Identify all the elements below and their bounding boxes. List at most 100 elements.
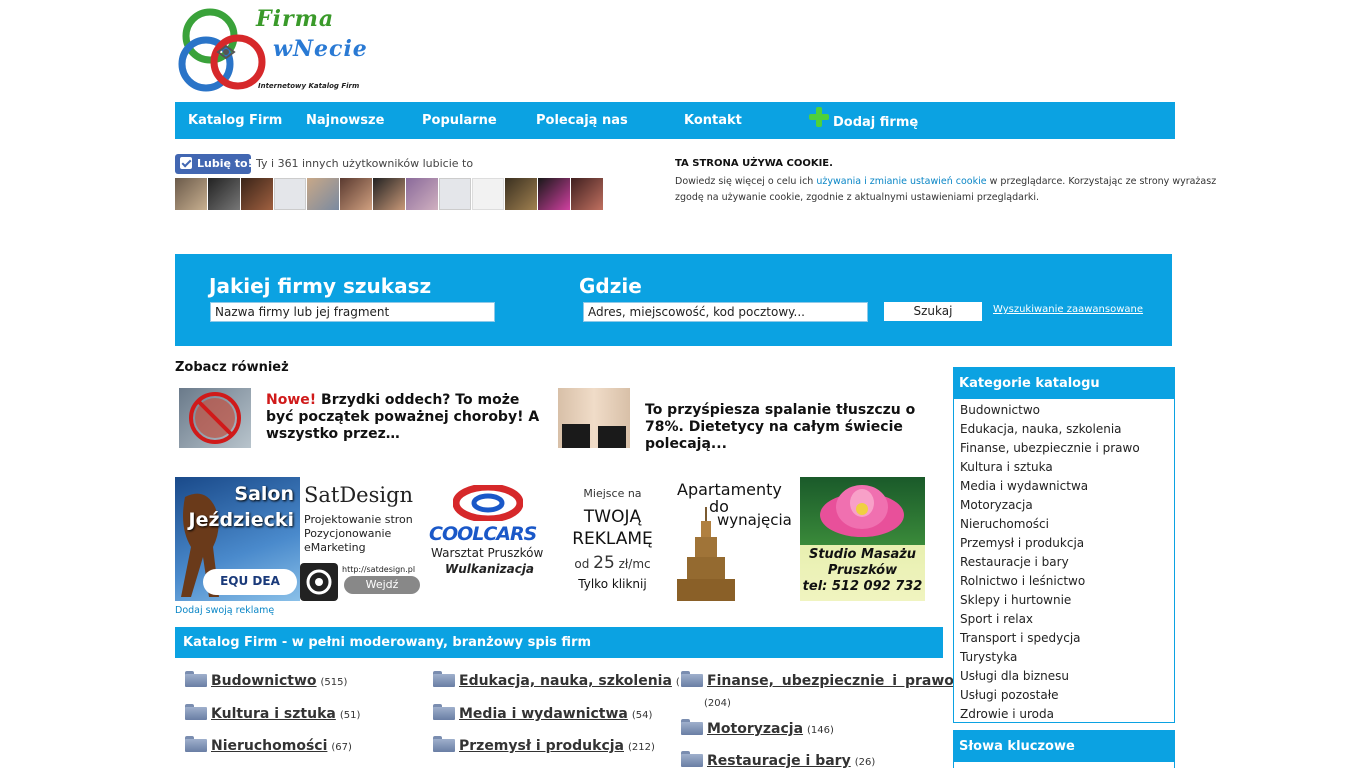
avatar[interactable] [274, 178, 306, 210]
satdesign-services: Projektowanie stron Pozycjonowanie eMark… [304, 513, 413, 555]
nav-katalog-firm[interactable]: Katalog Firm [188, 113, 282, 128]
sidebar-item-finanse[interactable]: Finanse, ubezpiecznie i prawo [960, 439, 1174, 458]
catalog-item-count: (54) [631, 710, 653, 721]
satdesign-enter-button[interactable]: Wejdź [344, 576, 420, 594]
sidebar-item-kultura[interactable]: Kultura i sztuka [960, 458, 1174, 477]
satdesign-title: SatDesign [304, 483, 414, 507]
catalog-item-link[interactable]: Finanse, ubezpiecznie i prawo [707, 673, 954, 689]
catalog-item-motoryzacja[interactable]: Motoryzacja (146) [681, 718, 834, 737]
catalog-item-media[interactable]: Media i wydawnictwa (54) [433, 703, 652, 722]
catalog-item-count: (26) [854, 757, 876, 768]
promo-image-2[interactable] [558, 388, 630, 448]
catalog-item-count: (212) [628, 742, 655, 753]
sidebar-item-restauracje[interactable]: Restauracje i bary [960, 553, 1174, 572]
catalog-item-link[interactable]: Restauracje i bary [707, 753, 851, 768]
avatar[interactable] [472, 178, 504, 210]
like-button-label: Lubię to! [197, 157, 253, 170]
plus-icon[interactable] [809, 107, 829, 127]
like-button[interactable]: Lubię to! [175, 154, 253, 174]
sidebar-item-rolnictwo[interactable]: Rolnictwo i leśnictwo [960, 572, 1174, 591]
banner-coolcars[interactable]: COOLCARS Warsztat Pruszków Wulkanizacja [425, 477, 550, 601]
sidebar-item-uslugi-pozostale[interactable]: Usługi pozostałe [960, 686, 1174, 705]
nav-popularne[interactable]: Popularne [422, 113, 497, 128]
sidebar-item-uslugi-biznes[interactable]: Usługi dla biznesu [960, 667, 1174, 686]
promo-image-detail [562, 424, 590, 448]
studio-line1: Studio Masażu [808, 547, 917, 562]
catalog-title-bar: Katalog Firm - w pełni moderowany, branż… [175, 627, 943, 658]
sidebar-item-media[interactable]: Media i wydawnictwa [960, 477, 1174, 496]
sidebar-item-sklepy[interactable]: Sklepy i hurtownie [960, 591, 1174, 610]
catalog-item-link[interactable]: Kultura i sztuka [211, 706, 336, 722]
catalog-item-przemysl[interactable]: Przemysł i produkcja (212) [433, 735, 655, 754]
sidebar-item-turystyka[interactable]: Turystyka [960, 648, 1174, 667]
catalog-item-budownictwo[interactable]: Budownictwo (515) [185, 670, 347, 689]
banner-satdesign[interactable]: SatDesign Projektowanie stron Pozycjonow… [300, 477, 425, 601]
new-badge: Nowe! [266, 392, 317, 408]
like-count-text: Ty i 361 innych użytkowników lubicie to [256, 157, 474, 170]
catalog-item-link[interactable]: Edukacja, nauka, szkolenia [459, 673, 672, 689]
sidebar-item-przemysl[interactable]: Przemysł i produkcja [960, 534, 1174, 553]
search-button[interactable]: Szukaj [884, 302, 982, 321]
catalog-item-count: (146) [807, 725, 834, 736]
satdesign-url: http://satdesign.pl [342, 565, 416, 574]
catalog-item-link[interactable]: Nieruchomości [211, 738, 327, 754]
advanced-search-link[interactable]: Wyszukiwanie zaawansowane [993, 304, 1143, 315]
search-what-heading: Jakiej firmy szukasz [209, 274, 432, 298]
company-search-input[interactable]: Nazwa firmy lub jej fragment [210, 302, 495, 322]
avatar[interactable] [175, 178, 207, 210]
studio-line2: Pruszków [827, 563, 898, 578]
sidebar-item-sport[interactable]: Sport i relax [960, 610, 1174, 629]
banner-your-ad[interactable]: Miejsce na TWOJĄ REKLAMĘ od 25 zł/mc Tyl… [550, 477, 675, 601]
sidebar-item-motoryzacja[interactable]: Motoryzacja [960, 496, 1174, 515]
banner-salon-line2: Jeździecki [188, 509, 294, 531]
avatar[interactable] [571, 178, 603, 210]
nav-najnowsze[interactable]: Najnowsze [306, 113, 384, 128]
banner-studio-masazu[interactable]: Studio Masażu Pruszków tel: 512 092 732 [800, 477, 925, 601]
avatar[interactable] [373, 178, 405, 210]
catalog-item-nieruchomosci[interactable]: Nieruchomości (67) [185, 735, 352, 754]
sidebar-item-budownictwo[interactable]: Budownictwo [960, 401, 1174, 420]
location-search-input[interactable]: Adres, miejscowość, kod pocztowy... [583, 302, 868, 322]
avatar[interactable] [307, 178, 339, 210]
sidebar-item-transport[interactable]: Transport i spedycja [960, 629, 1174, 648]
sidebar-item-zdrowie[interactable]: Zdrowie i uroda [960, 705, 1174, 724]
promo-text-1[interactable]: Nowe! Brzydki oddech? To może być począt… [266, 392, 541, 443]
folder-icon [681, 671, 703, 687]
cookie-settings-link[interactable]: używania i zmianie ustawień cookie [816, 176, 986, 187]
studio-phone: tel: 512 092 732 [802, 579, 923, 594]
folder-icon [681, 719, 703, 735]
avatar[interactable] [340, 178, 372, 210]
nav-polecaja-nas[interactable]: Polecają nas [536, 113, 628, 128]
site-logo[interactable]: Firma wNecie Internetowy Katalog Firm [178, 6, 378, 96]
avatar[interactable] [241, 178, 273, 210]
catalog-item-kultura[interactable]: Kultura i sztuka (51) [185, 703, 360, 722]
promo-image-1[interactable] [179, 388, 251, 448]
catalog-item-link[interactable]: Budownictwo [211, 673, 317, 689]
avatar[interactable] [538, 178, 570, 210]
catalog-item-link[interactable]: Media i wydawnictwa [459, 706, 628, 722]
promo-image-detail [598, 426, 626, 448]
avatar[interactable] [439, 178, 471, 210]
nav-kontakt[interactable]: Kontakt [684, 113, 742, 128]
banner-salon-jezdziecki[interactable]: Salon Jeździecki EQU DEA [175, 477, 300, 601]
catalog-item-finanse[interactable]: Finanse, ubezpiecznie i prawo [681, 670, 954, 689]
satdesign-line: eMarketing [304, 541, 366, 554]
catalog-item-count: (51) [339, 710, 361, 721]
ad-line2: TWOJĄ [583, 507, 642, 527]
catalog-item-link[interactable]: Motoryzacja [707, 721, 803, 737]
sidebar-item-edukacja[interactable]: Edukacja, nauka, szkolenia [960, 420, 1174, 439]
avatar[interactable] [208, 178, 240, 210]
ad-line3: REKLAMĘ [572, 529, 653, 549]
sidebar-item-nieruchomosci[interactable]: Nieruchomości [960, 515, 1174, 534]
catalog-item-edukacja[interactable]: Edukacja, nauka, szkolenia (128) [433, 670, 703, 689]
catalog-item-link[interactable]: Przemysł i produkcja [459, 738, 624, 754]
banner-apartamenty[interactable]: Apartamenty do wynajęcia [675, 477, 800, 601]
avatar[interactable] [406, 178, 438, 210]
nav-dodaj-firme[interactable]: Dodaj firmę [833, 115, 918, 130]
catalog-item-restauracje[interactable]: Restauracje i bary (26) [681, 750, 875, 768]
add-your-ad-link[interactable]: Dodaj swoją reklamę [175, 605, 274, 616]
promo-text-2[interactable]: To przyśpiesza spalanie tłuszczu o 78%. … [645, 402, 935, 453]
avatar[interactable] [505, 178, 537, 210]
folder-icon [433, 704, 455, 720]
coolcars-line2: Wulkanizacja [445, 562, 535, 576]
